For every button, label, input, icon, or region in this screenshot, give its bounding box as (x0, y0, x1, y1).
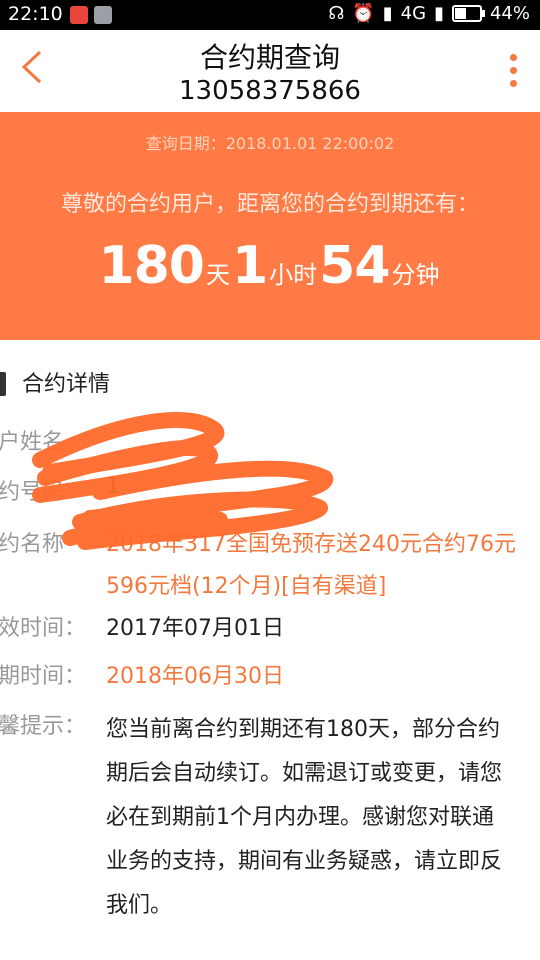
section-title: 合约详情 (22, 372, 111, 397)
detail-label: 约名称 (0, 532, 65, 557)
countdown-minutes: 54 (319, 236, 390, 296)
phone-number: 13058375866 (179, 76, 361, 106)
query-date: 查询日期：2018.01.01 22:00:02 (145, 134, 395, 153)
notification-app-icon-2 (94, 6, 112, 24)
detail-label: 户姓名 (0, 430, 65, 455)
countdown-minutes-unit: 分钟 (391, 261, 440, 289)
section-marker (0, 372, 6, 396)
countdown-banner: 查询日期：2018.01.01 22:00:02 尊敬的合约用户，距离您的合约到… (0, 112, 540, 340)
status-time: 22:10 (8, 3, 63, 25)
countdown-days: 180 (98, 236, 205, 296)
tip-text: 您当前离合约到期还有180天，部分合约 期后会自动续订。如需退订或变更，请您 必… (106, 708, 540, 928)
headphones-icon: ☊ (328, 3, 345, 24)
countdown: 180 天 1 小时 54 分钟 (0, 236, 540, 296)
tip-line: 我们。 (106, 893, 173, 918)
battery-icon (451, 5, 485, 22)
tip-line: 必在到期前1个月内办理。感谢您对联通 (106, 805, 494, 830)
status-bar: 22:10 ☊ ⏰ ▮ 4G ▮ 44% (0, 0, 540, 30)
more-vertical-icon[interactable] (510, 54, 518, 93)
detail-value: 2018年06月30日 (106, 664, 284, 689)
title-bar: 合约期查询 13058375866 (0, 30, 540, 112)
detail-value-line1: 2018年317全国免预存送240元合约76元 (106, 532, 516, 557)
tip-line: 业务的支持，期间有业务疑惑，请立即反 (106, 849, 503, 874)
status-right: ☊ ⏰ ▮ 4G ▮ 44% (328, 3, 530, 24)
detail-label: 期时间： (0, 664, 87, 689)
detail-value-line2: 596元档(12个月)[自有渠道] (106, 574, 387, 599)
countdown-hours-unit: 小时 (269, 261, 318, 289)
tip-line: 期后会自动续订。如需退订或变更，请您 (106, 761, 503, 786)
detail-label: 约号码 (0, 480, 65, 505)
tip-line: 您当前离合约到期还有180天，部分合约 (106, 717, 500, 742)
greeting-text: 尊敬的合约用户，距离您的合约到期还有： (60, 192, 479, 217)
tip-label: 馨提示： (0, 714, 87, 739)
page-title: 合约期查询 (199, 41, 340, 74)
signal-icon-2: ▮ (434, 3, 444, 24)
battery-percent: 44% (489, 3, 530, 24)
detail-value: 1 (106, 474, 120, 499)
detail-value: 2017年07月01日 (106, 616, 284, 641)
alarm-icon: ⏰ (352, 3, 375, 24)
notification-app-icon (70, 6, 88, 24)
network-type: 4G (400, 3, 427, 24)
detail-label: 效时间： (0, 616, 87, 641)
signal-icon: ▮ (382, 3, 393, 24)
countdown-days-unit: 天 (205, 261, 230, 289)
countdown-hours: 1 (231, 236, 268, 296)
